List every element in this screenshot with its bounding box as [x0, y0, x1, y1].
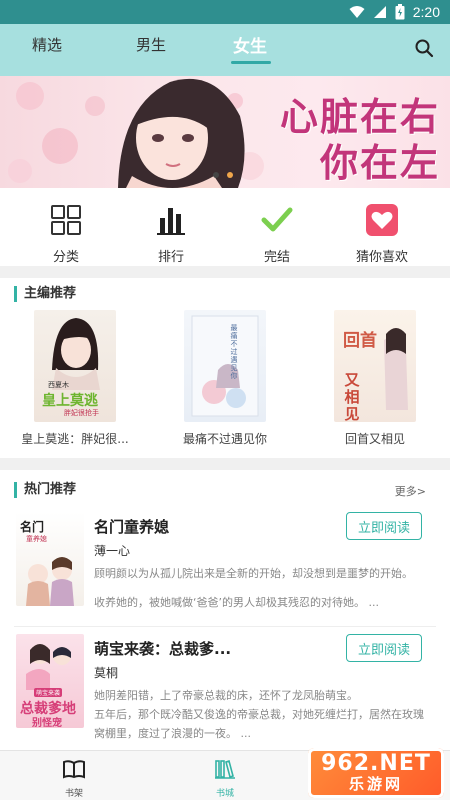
grid-icon: [51, 205, 81, 235]
hot-book-item[interactable]: 名门 童养媳 名门童养媳 薄一心 顾明颜以为从孤儿院出来是全新的开始，却没想到是…: [14, 512, 436, 620]
book-cover: 回首 又相见: [334, 310, 416, 422]
section-title-editor-picks: 主编推荐: [14, 286, 76, 302]
pager-dot-active: [227, 172, 233, 178]
top-tab-bar: 精选 男生 女生: [0, 24, 450, 76]
section-divider: [0, 458, 450, 470]
quick-nav-label: 分类: [52, 250, 79, 265]
quick-nav-category[interactable]: 分类: [21, 204, 111, 265]
book-open-icon: [63, 760, 85, 779]
cover-text-title: 回首: [343, 331, 377, 351]
cover-text-subtitle: 又相见: [344, 371, 360, 423]
hot-book-item[interactable]: 萌宝来袭 总裁爹地 别怪宠 萌宝来袭：总裁爹... 莫桐 她阴差阳错，上了帝豪总…: [14, 634, 436, 744]
bar-chart-icon: [157, 208, 185, 235]
battery-icon: [395, 4, 405, 20]
book-description: 顾明颜以为从孤儿院出来是全新的开始，却没想到是噩梦的开始。 收养她的，被她喊做‘…: [94, 564, 429, 612]
status-time: 2:20: [412, 4, 440, 20]
bottom-nav-bookstore[interactable]: 书城: [195, 757, 255, 799]
item-divider: [14, 626, 436, 627]
quick-nav-recommend[interactable]: 猜你喜欢: [337, 204, 427, 265]
wifi-icon: [349, 6, 365, 18]
cover-text-author: 西夏木: [48, 381, 69, 389]
book-title: 名门童养媳: [94, 518, 170, 536]
book-title: 回首又相见: [344, 432, 405, 446]
cover-text-subtitle: 别怪宠: [32, 718, 62, 728]
description-line: 顾明颜以为从孤儿院出来是全新的开始，却没想到是噩梦的开始。: [94, 567, 413, 580]
read-now-button[interactable]: 立即阅读: [346, 634, 422, 662]
quick-nav-completed[interactable]: 完结: [232, 204, 322, 265]
book-cover: 最痛不过遇见你: [184, 310, 266, 422]
bottom-nav-label: 书城: [215, 789, 234, 799]
quick-nav-label: 完结: [263, 250, 290, 265]
signal-icon: [373, 6, 386, 18]
cover-text-subtitle: 胖妃很抢手: [64, 409, 99, 417]
bottom-nav-bookshelf[interactable]: 书架: [44, 757, 104, 799]
book-title: 萌宝来袭：总裁爹...: [94, 640, 232, 658]
bottom-nav-label: 书架: [64, 789, 83, 799]
book-cover: 萌宝来袭 总裁爹地 别怪宠: [16, 634, 84, 728]
cover-text-title: 最痛不过遇见你: [230, 324, 238, 380]
cover-text-subtitle: 童养媳: [26, 535, 47, 543]
quick-nav-label: 猜你喜欢: [355, 250, 408, 265]
banner-pager: [213, 172, 233, 178]
book-author: 薄一心: [94, 544, 131, 558]
section-title-hot-picks: 热门推荐: [14, 482, 76, 498]
editor-pick-book[interactable]: 回首 又相见 回首又相见: [320, 310, 430, 447]
tab-male[interactable]: 男生: [136, 34, 166, 55]
heart-icon: [366, 204, 398, 236]
book-cover: 名门 童养媳: [16, 512, 84, 606]
watermark-domain: 962.NET: [321, 751, 431, 776]
cover-text-title: 名门: [20, 520, 45, 534]
book-author: 莫桐: [94, 666, 119, 680]
tab-female[interactable]: 女生: [233, 32, 267, 57]
active-tab-indicator: [231, 61, 271, 64]
book-cover: 西夏木 皇上莫逃 胖妃很抢手: [34, 310, 116, 422]
quick-nav-label: 排行: [157, 250, 184, 265]
banner-title-line2: 你在左: [319, 140, 440, 185]
checkmark-icon: [261, 207, 293, 232]
editor-pick-book[interactable]: 最痛不过遇见你 最痛不过遇见你: [170, 310, 280, 447]
editor-pick-book[interactable]: 西夏木 皇上莫逃 胖妃很抢手 皇上莫逃：胖妃很...: [20, 310, 130, 447]
watermark-site-name: 乐游网: [348, 775, 403, 793]
section-divider: [0, 266, 450, 278]
quick-nav: 分类 排行 完结 猜你喜欢: [0, 190, 450, 266]
cover-text-title: 皇上莫逃: [42, 393, 98, 409]
read-now-button[interactable]: 立即阅读: [346, 512, 422, 540]
description-line: 她阴差阳错，上了帝豪总裁的床，还怀了龙凤胎萌宝。: [94, 689, 358, 702]
tab-featured[interactable]: 精选: [32, 34, 62, 55]
quick-nav-ranking[interactable]: 排行: [126, 204, 216, 265]
more-link[interactable]: 更多>: [395, 483, 426, 499]
book-title: 皇上莫逃：胖妃很...: [21, 432, 129, 446]
pager-dot: [213, 172, 219, 178]
search-icon[interactable]: [414, 38, 434, 58]
book-description: 她阴差阳错，上了帝豪总裁的床，还怀了龙凤胎萌宝。 五年后，那个既冷酷又俊逸的帝豪…: [94, 686, 429, 743]
site-watermark-logo: 962.NET 乐游网: [308, 748, 444, 798]
library-icon: [215, 759, 235, 779]
description-line: 收养她的，被她喊做‘爸爸’的男人却极其残忍的对待她。 ...: [94, 596, 379, 609]
book-title: 最痛不过遇见你: [182, 432, 267, 446]
status-bar: 2:20: [0, 0, 450, 24]
cover-text-series: 萌宝来袭: [34, 688, 63, 697]
description-line: 五年后，那个既冷酷又俊逸的帝豪总裁，对她死缠烂打，居然在玫瑰窝棚里，度过了浪漫的…: [94, 708, 424, 740]
